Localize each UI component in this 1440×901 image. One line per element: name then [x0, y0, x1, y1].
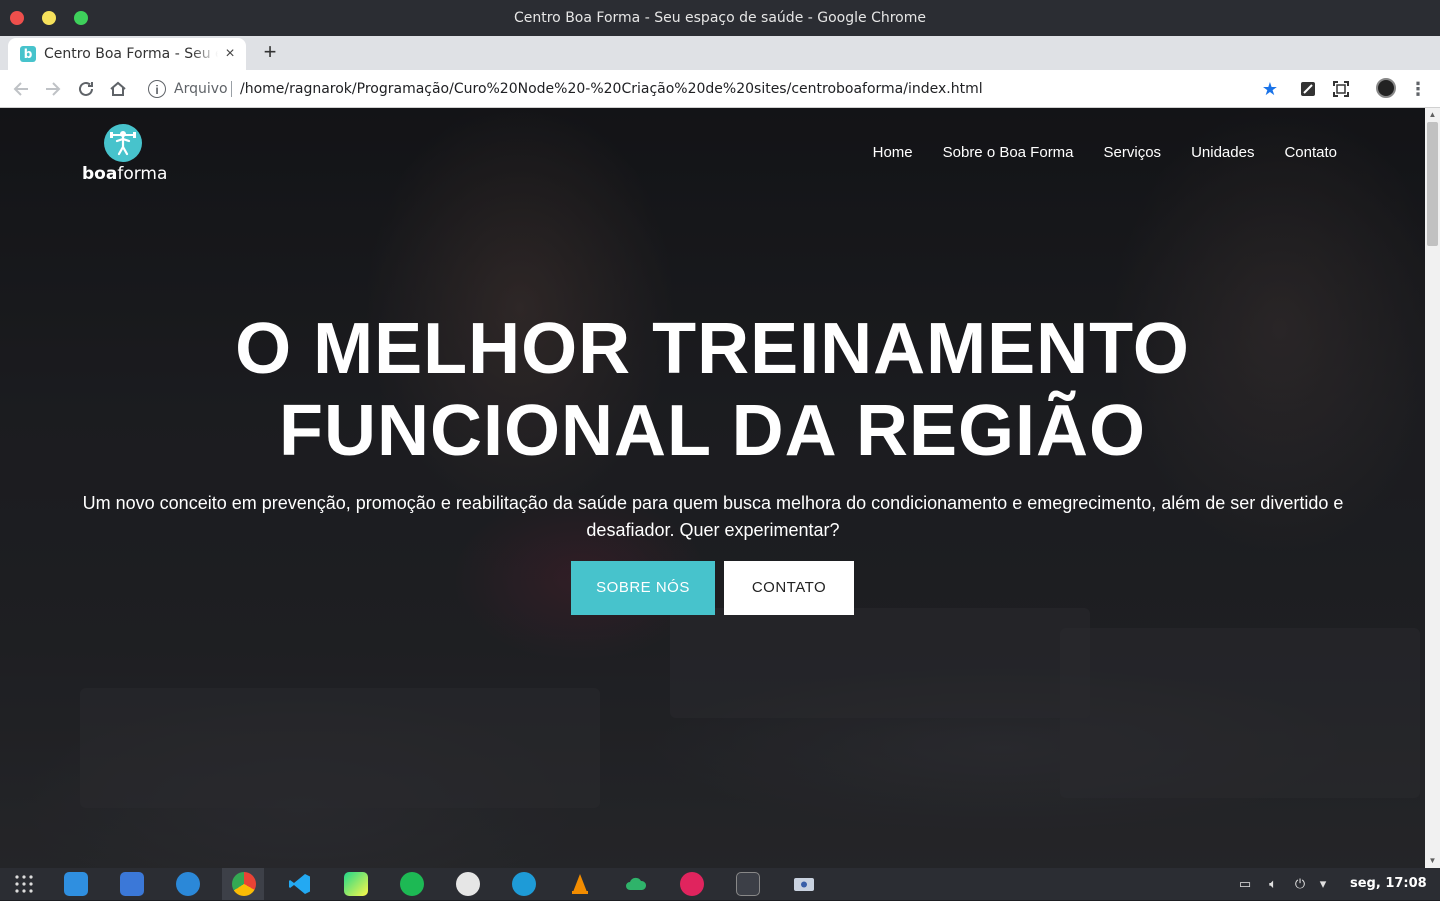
scroll-up-icon[interactable]: ▲	[1425, 108, 1440, 122]
spotify-app-icon[interactable]	[400, 872, 424, 896]
nav-home[interactable]: Home	[873, 144, 913, 161]
dumbbell-icon	[104, 124, 142, 162]
chrome-app-icon[interactable]	[232, 872, 256, 896]
files-app-icon[interactable]	[120, 872, 144, 896]
power-icon[interactable]: ⏻	[1291, 875, 1309, 893]
vlc-app-icon[interactable]	[568, 872, 592, 896]
close-icon[interactable]: ×	[222, 46, 238, 62]
browser-tab[interactable]: b Centro Boa Forma - Seu espaço de saúde…	[8, 38, 246, 70]
clock[interactable]: seg, 17:08	[1350, 868, 1427, 900]
scheme-label: Arquivo	[174, 81, 228, 97]
url-text[interactable]: /home/ragnarok/Programação/Curo%20Node%2…	[240, 74, 983, 104]
page-viewport: boaforma Home Sobre o Boa Forma Serviços…	[0, 108, 1425, 868]
omnibox-divider	[231, 81, 232, 97]
nav-servicos[interactable]: Serviços	[1104, 144, 1162, 161]
site-nav: Home Sobre o Boa Forma Serviços Unidades…	[873, 144, 1337, 161]
browser-toolbar: i Arquivo /home/ragnarok/Programação/Cur…	[0, 70, 1440, 108]
back-arrow-icon[interactable]	[8, 76, 34, 102]
screen-icon[interactable]: ▭	[1236, 875, 1254, 893]
vscode-app-icon[interactable]	[288, 872, 312, 896]
hero-overlay	[0, 108, 1425, 868]
address-bar[interactable]: i Arquivo /home/ragnarok/Programação/Cur…	[140, 74, 1290, 104]
sobre-nos-button[interactable]: SOBRE NÓS	[571, 561, 715, 615]
pycharm-app-icon[interactable]	[344, 872, 368, 896]
bookmark-star-icon[interactable]: ★	[1258, 77, 1282, 101]
hero-title-line2: FUNCIONAL DA REGIÃO	[278, 391, 1146, 471]
page-scrollbar[interactable]: ▲ ▼	[1425, 108, 1440, 868]
tab-title: Centro Boa Forma - Seu espaço de saúde	[44, 46, 218, 62]
tab-strip: b Centro Boa Forma - Seu espaço de saúde…	[0, 36, 1440, 70]
reload-icon[interactable]	[73, 76, 99, 102]
software-center-icon[interactable]	[176, 872, 200, 896]
info-icon[interactable]: i	[148, 80, 166, 98]
window-title: Centro Boa Forma - Seu espaço de saúde -…	[513, 10, 926, 26]
system-taskbar: ▭ 🔈︎ ⏻ ▾ seg, 17:08	[0, 868, 1440, 900]
scroll-thumb[interactable]	[1427, 122, 1438, 246]
volume-icon[interactable]: 🔈︎	[1264, 875, 1282, 893]
window-titlebar: Centro Boa Forma - Seu espaço de saúde -…	[0, 0, 1440, 36]
nav-sobre[interactable]: Sobre o Boa Forma	[943, 144, 1074, 161]
new-tab-button[interactable]: +	[258, 40, 282, 64]
hero-subtitle: Um novo conceito em prevenção, promoção …	[82, 493, 1344, 540]
chrome-menu-icon[interactable]: ⋮	[1408, 76, 1428, 102]
nav-unidades[interactable]: Unidades	[1191, 144, 1254, 161]
logo-wordmark: boaforma	[82, 164, 168, 184]
terminal-app-icon[interactable]	[736, 872, 760, 896]
contato-button[interactable]: CONTATO	[724, 561, 854, 615]
forward-arrow-icon[interactable]	[40, 76, 66, 102]
hero-title: O MELHOR TREINAMENTO FUNCIONAL DA REGIÃO	[0, 308, 1425, 472]
nav-contato[interactable]: Contato	[1284, 144, 1337, 161]
app-grid-icon[interactable]	[12, 872, 36, 896]
scroll-down-icon[interactable]: ▼	[1425, 854, 1440, 868]
profile-avatar[interactable]	[1376, 78, 1396, 98]
screen-recorder-icon[interactable]	[792, 872, 816, 896]
home-icon[interactable]	[105, 76, 131, 102]
browser-app-icon[interactable]	[456, 872, 480, 896]
flickr-app-icon[interactable]	[680, 872, 704, 896]
site-logo[interactable]: boaforma	[82, 124, 168, 188]
tab-favicon-icon: b	[20, 46, 36, 62]
screenshot-extension-icon[interactable]	[1330, 78, 1352, 100]
calendar-app-icon[interactable]	[64, 872, 88, 896]
downloader-app-icon[interactable]	[512, 872, 536, 896]
extension-icon[interactable]	[1297, 78, 1319, 100]
chevron-down-icon[interactable]: ▾	[1314, 875, 1332, 893]
hero-title-line1: O MELHOR TREINAMENTO	[235, 309, 1190, 389]
cloud-app-icon[interactable]	[624, 872, 648, 896]
